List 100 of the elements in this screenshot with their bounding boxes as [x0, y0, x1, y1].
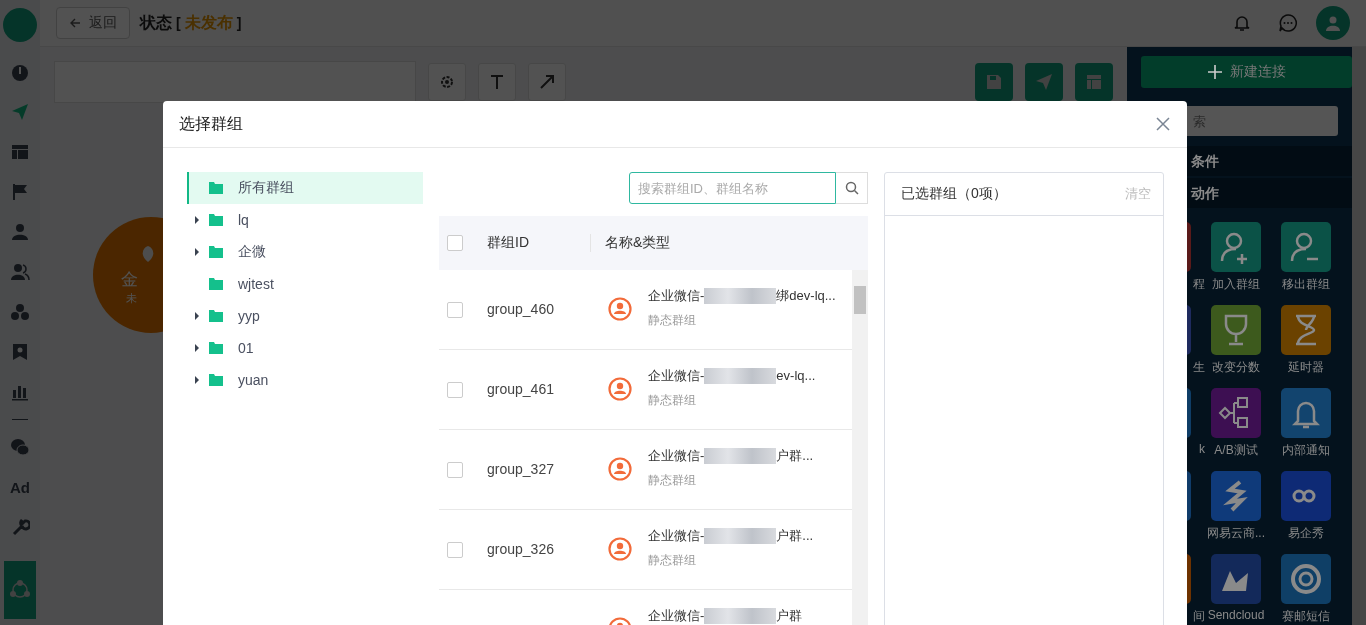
tile-label: 改变分数 — [1212, 359, 1260, 376]
caret-icon[interactable] — [193, 376, 201, 384]
arrow-tool-button[interactable] — [528, 63, 566, 101]
group-icon — [608, 297, 632, 321]
settings-button[interactable] — [428, 63, 466, 101]
folder-icon — [209, 246, 223, 258]
diagonal-arrow-icon — [538, 73, 556, 91]
folder-icon — [209, 374, 223, 386]
text-icon — [488, 73, 506, 91]
chat-bubbles-icon — [10, 437, 30, 457]
action-tile[interactable] — [1281, 554, 1331, 604]
nav-item[interactable] — [4, 561, 36, 619]
action-tile[interactable] — [1281, 388, 1331, 438]
group-name: 企业微信- — [648, 608, 705, 624]
group-name: 企业微信- — [648, 528, 705, 544]
action-tile[interactable] — [1211, 305, 1261, 355]
folder-icon — [209, 310, 223, 322]
tile-label: 生 — [1193, 359, 1205, 376]
folder-icon — [209, 342, 223, 354]
group-name: 户群... — [776, 528, 814, 544]
tile-label: 易企秀 — [1288, 525, 1324, 542]
toolbar-field[interactable] — [54, 61, 416, 103]
bell-icon[interactable] — [1232, 13, 1252, 33]
group-name: 企业微信- — [648, 288, 705, 304]
tile-label: 间 — [1193, 608, 1205, 625]
send-icon — [10, 102, 30, 122]
checkbox[interactable] — [447, 382, 463, 398]
scrollbar[interactable] — [852, 270, 868, 625]
tile-label: 网易云商... — [1207, 525, 1265, 542]
dialog-title: 选择群组 — [179, 113, 243, 134]
bracket: [ — [176, 14, 181, 31]
tree-item[interactable]: 所有群组 — [187, 172, 423, 204]
text-tool-button[interactable] — [478, 63, 516, 101]
group-type: 静态群组 — [648, 472, 697, 489]
tile-label: 延时器 — [1288, 359, 1324, 376]
tile-label: k — [1199, 442, 1205, 456]
users-icon — [10, 262, 30, 282]
save-button[interactable] — [975, 63, 1013, 101]
node-subtitle: 未 — [125, 291, 137, 306]
gauge-icon — [10, 62, 30, 82]
action-tile[interactable] — [1281, 222, 1331, 272]
checkbox[interactable] — [447, 302, 463, 318]
group-type: 静态群组 — [648, 552, 697, 569]
group-id: group_327 — [487, 461, 555, 477]
chat-icon[interactable] — [1278, 13, 1298, 33]
action-tile[interactable] — [1281, 471, 1331, 521]
tree-item[interactable]: yuan — [187, 364, 423, 396]
send-icon — [1035, 73, 1053, 91]
bookmark-icon — [10, 342, 30, 362]
layout-button[interactable] — [1075, 63, 1113, 101]
column-header: 群组ID — [487, 234, 591, 252]
action-tile[interactable] — [1281, 305, 1331, 355]
avatar[interactable] — [1316, 6, 1350, 40]
checkbox[interactable] — [447, 542, 463, 558]
tile-label: 程 — [1193, 276, 1205, 293]
user-silhouette-icon — [1325, 15, 1341, 31]
send-button[interactable] — [1025, 63, 1063, 101]
search-button[interactable] — [836, 172, 868, 204]
group-name: ev-lq... — [776, 368, 816, 384]
caret-icon[interactable] — [193, 312, 201, 320]
action-tile[interactable] — [1211, 388, 1261, 438]
scrollbar[interactable] — [1352, 47, 1366, 625]
status-label: 未发布 — [184, 12, 233, 33]
group-icon — [608, 377, 632, 401]
group-name: 绑dev-lq... — [776, 288, 836, 304]
action-tile[interactable] — [1211, 222, 1261, 272]
group-type: 静态群组 — [648, 392, 697, 409]
checkbox[interactable] — [447, 462, 463, 478]
page-title: 状态 — [140, 12, 172, 33]
wrench-icon — [10, 517, 30, 537]
group-id: group_460 — [487, 301, 555, 317]
group-name: 企业微信- — [648, 448, 705, 464]
node-title: 金 — [120, 269, 138, 291]
tree-item[interactable]: 01 — [187, 332, 423, 364]
arrow-left-icon — [69, 17, 81, 29]
checkbox[interactable] — [447, 235, 463, 251]
selected-title: 已选群组（0项） — [901, 185, 1007, 203]
caret-icon[interactable] — [193, 344, 201, 352]
folder-icon — [209, 214, 223, 226]
tile-label: 加入群组 — [1212, 276, 1260, 293]
flag-icon — [10, 182, 30, 202]
group-type: 静态群组 — [648, 312, 697, 329]
group-name: 户群 — [776, 608, 803, 624]
folder-icon — [209, 182, 223, 194]
tile-label: Sendcloud — [1207, 608, 1265, 622]
plus-icon — [1207, 65, 1222, 79]
caret-icon[interactable] — [193, 248, 201, 256]
action-tile[interactable] — [1211, 471, 1261, 521]
user-icon — [10, 222, 30, 242]
caret-icon[interactable] — [193, 216, 201, 224]
search-field[interactable]: 搜索群组ID、群组名称 — [629, 172, 836, 204]
layout-icon — [10, 142, 30, 162]
group-icon — [608, 537, 632, 561]
cubes-icon — [10, 302, 30, 322]
layout-icon — [1086, 74, 1102, 90]
action-tile[interactable] — [1211, 554, 1261, 604]
tile-label: 内部通知 — [1282, 442, 1330, 459]
close-icon[interactable] — [1155, 116, 1171, 132]
settings-icon — [438, 73, 456, 91]
tile-label: A/B测试 — [1214, 442, 1258, 459]
